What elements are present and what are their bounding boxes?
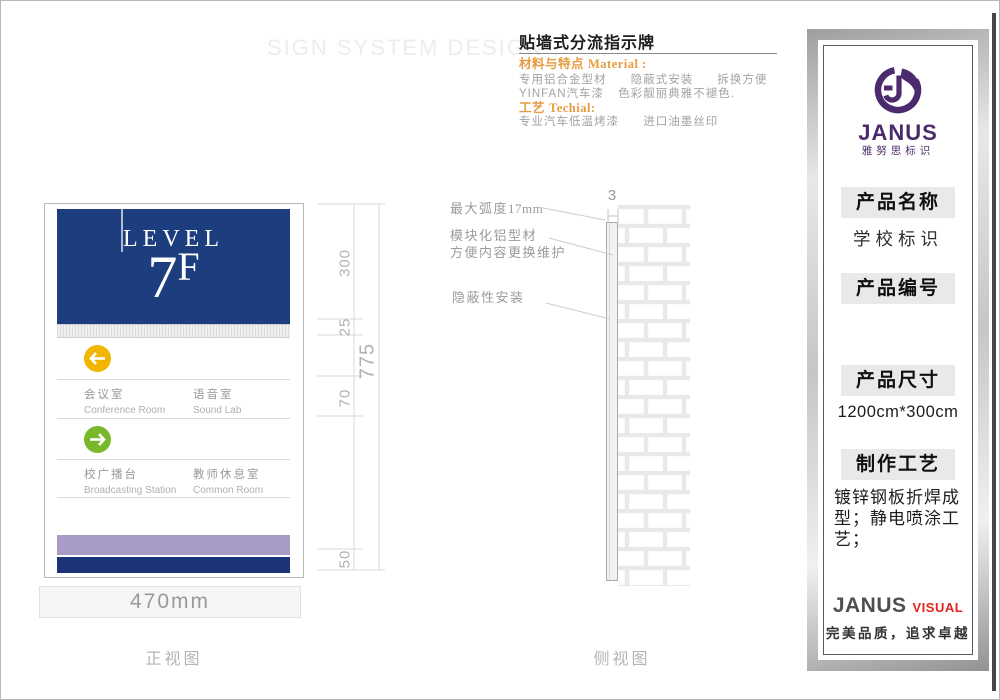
dim-segment-50: 50 — [336, 549, 354, 569]
sign-header-panel: LEVEL 7 F — [57, 209, 290, 324]
dim-segment-70: 70 — [336, 388, 354, 408]
dim-segment-300: 300 — [336, 248, 354, 278]
design-sheet: SIGN SYSTEM DESIGN 贴墙式分流指示牌 材料与特点 Materi… — [0, 0, 1000, 700]
page-right-edge — [992, 13, 996, 691]
sign-row-empty — [57, 497, 290, 535]
dim-total-height: 775 — [356, 342, 379, 380]
dim-segment-25: 25 — [336, 317, 354, 337]
front-view-caption: 正视图 — [145, 651, 203, 668]
product-size-value: 1200cm*300cm — [837, 403, 959, 421]
floor-number: 7 F — [147, 244, 200, 310]
section-heading-product-number: 产品编号 — [841, 273, 955, 304]
metal-texture-strip — [57, 324, 290, 338]
sign-row-entries-2: 校广播台 Broadcasting Station 教师休息室 Common R… — [57, 459, 290, 497]
side-view-caption: 侧视图 — [593, 651, 651, 668]
material-label-cn: 材料与特点 — [519, 57, 585, 71]
list-item: 校广播台 Broadcasting Station — [84, 469, 177, 496]
section-heading-product-size: 产品尺寸 — [841, 365, 955, 396]
section-heading-product-name: 产品名称 — [841, 187, 955, 218]
sign-row-arrow-left — [57, 338, 290, 379]
sign-content: LEVEL 7 F 会议室 Conference Room 语音室 Sound … — [57, 209, 290, 573]
width-dimension-bar: 470mm — [39, 586, 301, 618]
bottom-blue-strip — [57, 557, 290, 573]
left-arrow-icon — [84, 345, 111, 372]
sign-row-entries-1: 会议室 Conference Room 语音室 Sound Lab — [57, 379, 290, 418]
footer-brand: JANUS VISUAL — [832, 594, 964, 617]
list-item: 教师休息室 Common Room — [193, 469, 264, 496]
footer-slogan: 完美品质，追求卓越 — [826, 626, 970, 641]
sign-row-arrow-right — [57, 418, 290, 459]
product-info-panel: JANUS 雅努思标识 产品名称 学校标识 产品编号 产品尺寸 1200cm*3… — [807, 29, 989, 671]
brand-subtitle: 雅努思标识 — [861, 145, 935, 157]
sign-front-view: LEVEL 7 F 会议室 Conference Room 语音室 Sound … — [44, 203, 304, 578]
janus-logo-icon — [874, 67, 922, 114]
list-item: 会议室 Conference Room — [84, 389, 166, 416]
leader-lines — [537, 206, 614, 320]
list-item: 语音室 Sound Lab — [193, 389, 242, 416]
spec-title: 贴墙式分流指示牌 — [519, 35, 656, 52]
material-label: 材料与特点 Material : — [519, 53, 647, 72]
purple-accent-strip — [57, 535, 290, 555]
tech-features-line: 专业汽车低温烤漆 进口油墨丝印 — [519, 116, 719, 128]
watermark: SIGN SYSTEM DESIGN — [267, 35, 544, 60]
right-arrow-icon — [84, 426, 111, 453]
material-label-en: Material : — [588, 57, 647, 71]
section-heading-process: 制作工艺 — [841, 449, 955, 480]
process-value: 镀锌钢板折焊成型；静电喷涂工艺； — [834, 488, 960, 549]
product-name-value: 学校标识 — [853, 229, 943, 249]
